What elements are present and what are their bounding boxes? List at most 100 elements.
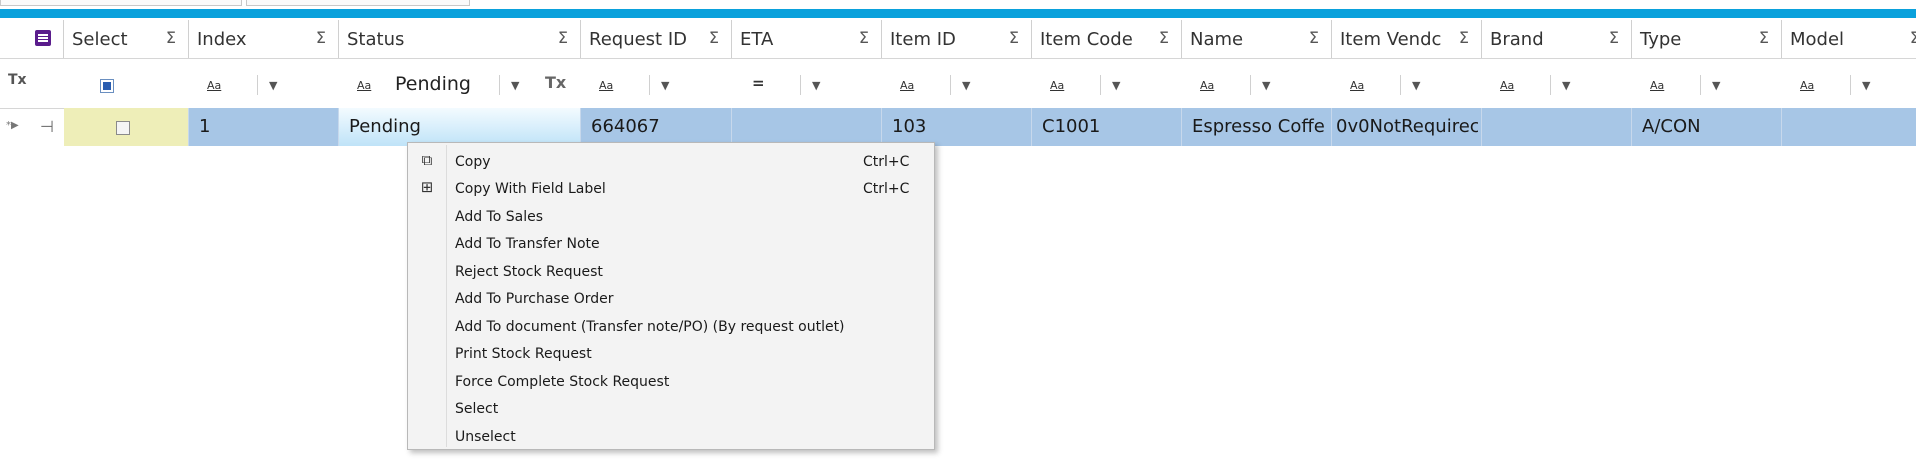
header-item-vendor[interactable]: Item Vendc Σ — [1332, 20, 1482, 58]
text-operator-icon[interactable]: Aa — [1800, 79, 1814, 92]
text-operator-icon[interactable]: Aa — [1650, 79, 1664, 92]
menu-item-shortcut: Ctrl+C — [863, 181, 910, 197]
chevron-down-icon[interactable]: ▼ — [1699, 75, 1720, 95]
chevron-down-icon[interactable]: ▼ — [1099, 75, 1120, 95]
cell-brand[interactable] — [1482, 108, 1632, 146]
cell-eta[interactable] — [732, 108, 882, 146]
filter-item-id[interactable]: Aa ▼ — [882, 59, 1032, 108]
sum-icon[interactable]: Σ — [316, 28, 326, 47]
menu-item-reject-stock-request[interactable]: Reject Stock Request — [408, 257, 932, 284]
chevron-down-icon[interactable]: ▼ — [1849, 75, 1870, 95]
header-brand[interactable]: Brand Σ — [1482, 20, 1632, 58]
header-label: Item Code — [1040, 29, 1133, 50]
chevron-down-icon[interactable]: ▼ — [256, 75, 277, 95]
sum-icon[interactable]: Σ — [1910, 28, 1916, 47]
top-tab-2[interactable] — [246, 0, 470, 6]
header-type[interactable]: Type Σ — [1632, 20, 1782, 58]
cell-text: 1 — [199, 116, 211, 137]
sum-icon[interactable]: Σ — [1759, 28, 1769, 47]
cell-request-id[interactable]: 664067 — [581, 108, 732, 146]
menu-item-unselect[interactable]: Unselect — [408, 422, 932, 449]
pin-icon[interactable]: ⊣ — [40, 117, 54, 136]
header-status[interactable]: Status Σ — [339, 20, 581, 58]
menu-item-add-to-transfer-note[interactable]: Add To Transfer Note — [408, 229, 932, 256]
header-corner[interactable] — [0, 20, 64, 58]
row-indicator[interactable]: *▶ ⊣ — [0, 108, 62, 146]
header-request-id[interactable]: Request ID Σ — [581, 20, 732, 58]
filter-item-code[interactable]: Aa ▼ — [1032, 59, 1182, 108]
header-label: Model — [1790, 29, 1845, 50]
filter-model[interactable]: Aa ▼ — [1782, 59, 1916, 108]
cell-item-vendor[interactable]: 0v0NotRequirec — [1332, 108, 1482, 146]
sum-icon[interactable]: Σ — [1009, 28, 1019, 47]
header-name[interactable]: Name Σ — [1182, 20, 1332, 58]
sum-icon[interactable]: Σ — [1609, 28, 1619, 47]
text-operator-icon[interactable]: Aa — [900, 79, 914, 92]
sum-icon[interactable]: Σ — [1459, 28, 1469, 47]
column-chooser-icon[interactable] — [35, 30, 51, 46]
text-operator-icon[interactable]: Aa — [1500, 79, 1514, 92]
text-operator-icon[interactable]: Aa — [1350, 79, 1364, 92]
sum-icon[interactable]: Σ — [709, 28, 719, 47]
header-eta[interactable]: ETA Σ — [732, 20, 882, 58]
text-operator-icon[interactable]: Aa — [207, 79, 221, 92]
menu-item-add-to-document[interactable]: Add To document (Transfer note/PO) (By r… — [408, 312, 932, 339]
menu-item-add-to-purchase-order[interactable]: Add To Purchase Order — [408, 284, 932, 311]
menu-item-copy-with-field-label[interactable]: ⊞ Copy With Field Label Ctrl+C — [408, 174, 932, 201]
filter-index[interactable]: Aa ▼ — [189, 59, 339, 108]
header-item-id[interactable]: Item ID Σ — [882, 20, 1032, 58]
menu-item-copy[interactable]: ⧉ Copy Ctrl+C — [408, 147, 932, 174]
sum-icon[interactable]: Σ — [166, 28, 176, 47]
cell-name[interactable]: Espresso Coffe — [1182, 108, 1332, 146]
header-model[interactable]: Model Σ — [1782, 20, 1916, 58]
clear-filter-icon[interactable]: Tx — [545, 73, 566, 92]
filter-select[interactable] — [0, 59, 189, 108]
header-index[interactable]: Index Σ — [189, 20, 339, 58]
chevron-down-icon[interactable]: ▼ — [1399, 75, 1420, 95]
menu-item-print-stock-request[interactable]: Print Stock Request — [408, 339, 932, 366]
cell-status[interactable]: Pending — [339, 108, 581, 146]
row-pointer-icon: *▶ — [6, 120, 19, 131]
filter-type[interactable]: Aa ▼ — [1632, 59, 1782, 108]
table-row[interactable]: *▶ ⊣ 1 Pending 664067 103 C1001 Espresso… — [0, 108, 1916, 146]
cell-select[interactable] — [64, 108, 189, 146]
status-filter-value[interactable]: Pending — [395, 73, 471, 95]
filter-eta[interactable]: = ▼ — [732, 59, 882, 108]
cell-type[interactable]: A/CON — [1632, 108, 1782, 146]
cell-model[interactable] — [1782, 108, 1916, 146]
filter-status[interactable]: Aa Pending ▼ Tx — [339, 59, 581, 108]
menu-item-add-to-sales[interactable]: Add To Sales — [408, 202, 932, 229]
text-operator-icon[interactable]: Aa — [599, 79, 613, 92]
chevron-down-icon[interactable]: ▼ — [799, 75, 820, 95]
chevron-down-icon[interactable]: ▼ — [949, 75, 970, 95]
top-tab-1[interactable] — [0, 0, 242, 6]
filter-select-checkbox[interactable] — [100, 79, 114, 93]
filter-item-vendor[interactable]: Aa ▼ — [1332, 59, 1482, 108]
text-operator-icon[interactable]: Aa — [1050, 79, 1064, 92]
chevron-down-icon[interactable]: ▼ — [1549, 75, 1570, 95]
header-item-code[interactable]: Item Code Σ — [1032, 20, 1182, 58]
menu-item-force-complete-stock-request[interactable]: Force Complete Stock Request — [408, 367, 932, 394]
cell-item-code[interactable]: C1001 — [1032, 108, 1182, 146]
cell-item-id[interactable]: 103 — [882, 108, 1032, 146]
menu-item-shortcut: Ctrl+C — [863, 154, 910, 170]
equals-operator-icon[interactable]: = — [752, 74, 765, 92]
sum-icon[interactable]: Σ — [1159, 28, 1169, 47]
header-select[interactable]: Select Σ — [64, 20, 189, 58]
filter-request-id[interactable]: Aa ▼ — [581, 59, 732, 108]
row-select-checkbox[interactable] — [116, 121, 130, 135]
text-operator-icon[interactable]: Aa — [357, 79, 371, 92]
header-label: Brand — [1490, 29, 1544, 50]
chevron-down-icon[interactable]: ▼ — [648, 75, 669, 95]
text-operator-icon[interactable]: Aa — [1200, 79, 1214, 92]
chevron-down-icon[interactable]: ▼ — [1249, 75, 1270, 95]
cell-index[interactable]: 1 — [189, 108, 339, 146]
menu-item-select[interactable]: Select — [408, 394, 932, 421]
sum-icon[interactable]: Σ — [859, 28, 869, 47]
filter-name[interactable]: Aa ▼ — [1182, 59, 1332, 108]
chevron-down-icon[interactable]: ▼ — [498, 75, 519, 95]
sum-icon[interactable]: Σ — [558, 28, 568, 47]
filter-brand[interactable]: Aa ▼ — [1482, 59, 1632, 108]
sum-icon[interactable]: Σ — [1309, 28, 1319, 47]
menu-item-label: Add To Purchase Order — [455, 291, 614, 307]
